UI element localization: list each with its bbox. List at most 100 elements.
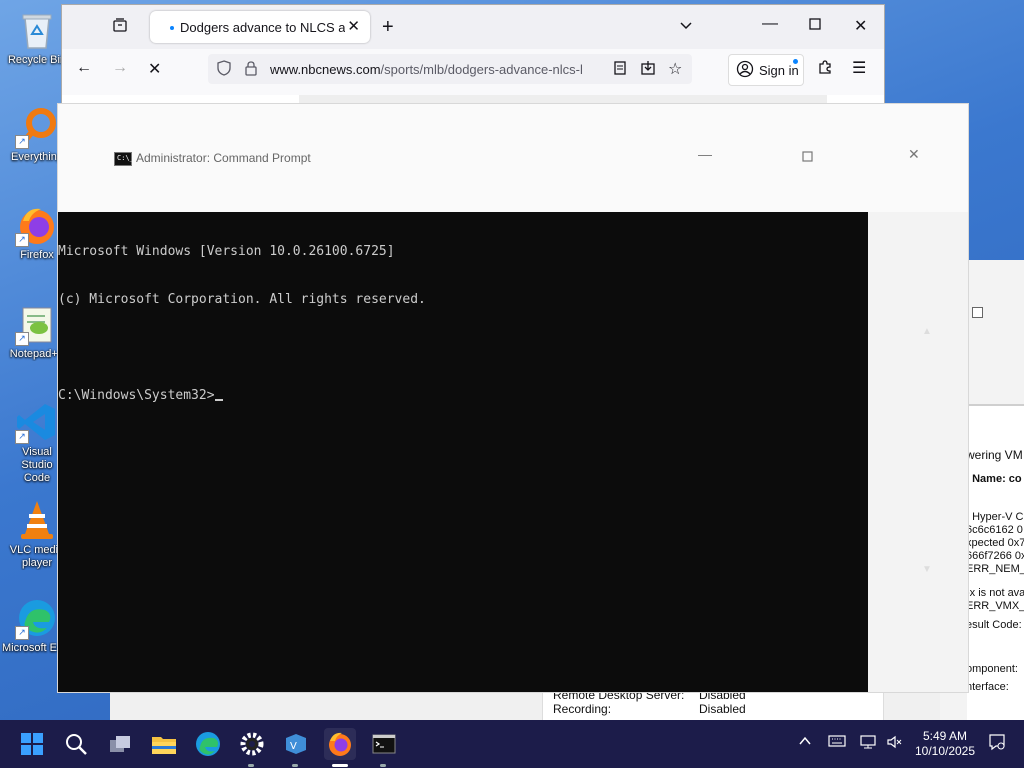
extensions-puzzle-icon[interactable]	[817, 59, 833, 80]
url-path: /sports/mlb/dodgers-advance-nlcs-l	[380, 62, 583, 77]
forward-arrow-icon[interactable]: →	[112, 59, 128, 77]
account-icon	[736, 60, 754, 81]
firefox-icon: ↗	[15, 203, 59, 247]
command-prompt-taskbar-icon[interactable]	[368, 728, 400, 767]
console-prompt: C:\Windows\System32>	[58, 388, 215, 403]
bg-text-line: omponent:	[966, 663, 1018, 675]
notepad-plus-plus-icon: ↗	[15, 302, 59, 346]
loading-dot-icon	[170, 26, 174, 30]
clock-time: 5:49 AM	[922, 729, 968, 743]
cmd-title-bar[interactable]: C:\_ Administrator: Command Prompt — ✕	[58, 104, 968, 212]
bg-text-line: ERR_NEM_N	[966, 563, 1024, 575]
cmd-icon-glyph: C:\_	[117, 154, 134, 162]
console-line: Microsoft Windows [Version 10.0.26100.67…	[58, 244, 395, 259]
cmd-app-icon: C:\_	[114, 152, 134, 166]
list-all-tabs-chevron-icon[interactable]	[678, 17, 694, 38]
back-arrow-icon[interactable]: ←	[76, 59, 92, 77]
shortcut-arrow-icon: ↗	[15, 332, 29, 346]
console-prompt-line: C:\Windows\System32>	[58, 388, 868, 404]
notification-dot-icon	[793, 59, 798, 64]
tab-overview-icon[interactable]	[112, 17, 128, 38]
reader-view-icon[interactable]	[612, 60, 628, 81]
close-tab-icon[interactable]: ✕	[347, 17, 360, 35]
save-to-pocket-download-icon[interactable]	[640, 60, 656, 81]
scroll-up-arrow-icon[interactable]: ▲	[922, 326, 932, 337]
background-window-bottom: Remote Desktop Server: Disabled Recordin…	[110, 688, 940, 721]
task-view-icon[interactable]	[104, 728, 136, 760]
firefox-taskbar-icon[interactable]	[324, 728, 356, 767]
minimize-icon[interactable]: —	[698, 146, 712, 162]
detail-value: Disabled	[699, 702, 746, 716]
console-line: (c) Microsoft Corporation. All rights re…	[58, 292, 426, 307]
bg-text-line: xpected 0x7	[966, 537, 1024, 549]
volume-muted-icon[interactable]	[886, 734, 902, 753]
url-text: www.nbcnews.com/sports/mlb/dodgers-advan…	[270, 62, 610, 77]
bg-text-line: ERR_VMX_N	[966, 600, 1024, 612]
sign-in-button[interactable]: Sign in	[728, 54, 804, 86]
close-window-icon[interactable]: ✕	[854, 16, 867, 36]
background-window-details: Remote Desktop Server: Disabled Recordin…	[542, 688, 884, 721]
lock-icon[interactable]	[244, 60, 258, 81]
detail-key: Recording:	[553, 702, 612, 716]
running-indicator	[332, 764, 348, 767]
hamburger-menu-icon[interactable]: ☰	[852, 58, 866, 78]
minimize-icon[interactable]: —	[762, 15, 778, 33]
system-clock[interactable]: 5:49 AM 10/10/2025	[910, 729, 980, 759]
clock-date: 10/10/2025	[914, 744, 976, 758]
notification-center-icon[interactable]	[988, 733, 1006, 754]
vscode-icon: ↗	[15, 400, 59, 444]
vlc-cone-icon	[15, 498, 59, 542]
cmd-scrollbar-area[interactable]: ▲ ▼	[868, 212, 968, 692]
bg-text-line: -x is not ava	[966, 587, 1024, 599]
maximize-icon[interactable]	[808, 17, 822, 36]
desktop: Recycle Bin ↗ Everything ↗ Firefox ↗ Not…	[0, 0, 1024, 722]
running-indicator	[248, 764, 254, 767]
cmd-window-title: Administrator: Command Prompt	[136, 151, 311, 165]
file-explorer-icon[interactable]	[148, 728, 180, 760]
firefox-nav-bar: ← → ✕ www.nbcnews.com/sports/mlb/dodgers…	[62, 49, 884, 95]
running-indicator	[292, 764, 298, 767]
command-prompt-window: C:\_ Administrator: Command Prompt — ✕ M…	[57, 103, 969, 693]
bg-text-line: t Hyper-V C	[966, 511, 1024, 523]
url-bar[interactable]: www.nbcnews.com/sports/mlb/dodgers-advan…	[208, 54, 692, 84]
bg-text-line: 6c6c6162 0	[966, 524, 1023, 536]
shortcut-arrow-icon: ↗	[15, 233, 29, 247]
shortcut-arrow-icon: ↗	[15, 626, 29, 640]
close-window-icon[interactable]: ✕	[908, 146, 920, 163]
firefox-tab-bar: Dodgers advance to NLCS afte ✕ + — ✕	[62, 5, 884, 49]
everything-icon: ↗	[15, 105, 59, 149]
show-hidden-icons-chevron-icon[interactable]	[798, 734, 812, 751]
bookmark-star-icon[interactable]: ☆	[668, 59, 682, 79]
browser-tab-active[interactable]: Dodgers advance to NLCS afte ✕	[150, 11, 370, 43]
text-cursor	[214, 399, 223, 401]
new-tab-icon[interactable]: +	[382, 16, 394, 39]
tracking-protection-shield-icon[interactable]	[216, 60, 232, 81]
maximize-icon[interactable]	[972, 307, 983, 318]
bg-text-line: wering VM	[966, 448, 1023, 462]
settings-gear-icon[interactable]	[236, 728, 268, 767]
edge-icon[interactable]	[192, 728, 224, 760]
stop-loading-icon[interactable]: ✕	[148, 59, 161, 79]
bg-text-line: I Name: co	[966, 473, 1022, 485]
shortcut-arrow-icon: ↗	[15, 135, 29, 149]
bg-text-line: 666f7266 0x	[966, 550, 1024, 562]
scroll-down-arrow-icon[interactable]: ▼	[922, 564, 932, 575]
svg-text:V: V	[290, 741, 297, 752]
cmd-console-output[interactable]: Microsoft Windows [Version 10.0.26100.67…	[58, 212, 868, 692]
running-indicator	[380, 764, 386, 767]
network-icon[interactable]	[860, 734, 878, 753]
recycle-bin-icon	[15, 8, 59, 52]
keyboard-icon[interactable]	[828, 734, 846, 751]
virtualbox-icon[interactable]: V	[280, 728, 312, 767]
url-domain: www.nbcnews.com	[270, 62, 381, 77]
bg-text-line: nterface:	[966, 681, 1009, 693]
start-button[interactable]	[16, 728, 48, 760]
search-icon[interactable]	[60, 728, 92, 760]
shortcut-arrow-icon: ↗	[15, 430, 29, 444]
taskbar: V 5:49 AM 10/10/2025	[0, 720, 1024, 768]
edge-icon: ↗	[15, 596, 59, 640]
firefox-window: Dodgers advance to NLCS afte ✕ + — ✕ ← →…	[61, 4, 885, 116]
maximize-icon[interactable]	[802, 150, 814, 166]
bg-text-line: esult Code:	[966, 619, 1022, 631]
